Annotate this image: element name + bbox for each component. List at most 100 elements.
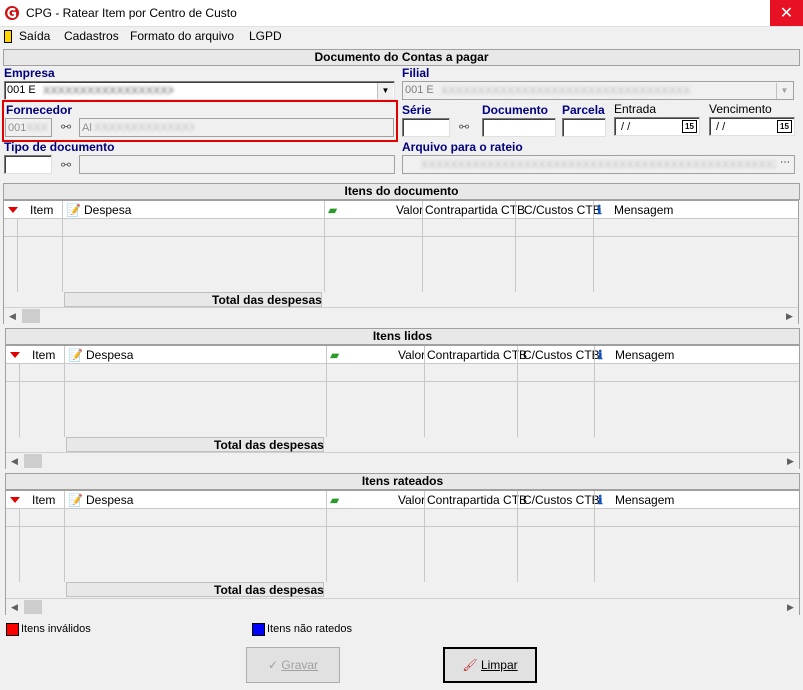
col-mensagem[interactable]: Mensagem: [615, 493, 674, 507]
col-valor[interactable]: Valor: [398, 493, 425, 507]
folder-open-icon[interactable]: ⋯: [777, 157, 793, 173]
filial-combobox: 001 E XXXXXXXXXXXXXXXXXXXXXXXXXXXXXXXXXX…: [402, 81, 794, 100]
scroll-left-icon[interactable]: ◀: [6, 453, 23, 469]
col-despesa[interactable]: Despesa: [86, 348, 133, 362]
col-ccustos[interactable]: C/Custos CTB: [524, 203, 601, 217]
empresa-label: Empresa: [4, 66, 55, 80]
col-item[interactable]: Item: [30, 203, 53, 217]
grid-itens-lidos[interactable]: Item 📝 Despesa ▰ Valor Contrapartida CTB…: [5, 345, 800, 469]
info-icon: ℹ: [597, 203, 602, 217]
document-pencil-icon: 📝: [66, 203, 81, 217]
serie-input[interactable]: [402, 118, 450, 137]
grid-header: Item 📝 Despesa ▰ Valor Contrapartida CTB…: [6, 346, 799, 364]
col-ccustos[interactable]: C/Custos CTB: [523, 348, 600, 362]
filial-value: 001 E: [405, 84, 434, 96]
serie-label: Série: [402, 103, 432, 117]
gravar-button[interactable]: ✓ Gravar: [246, 647, 340, 683]
empresa-value: 001 E: [7, 84, 36, 96]
entrada-label: Entrada: [614, 102, 657, 116]
entrada-date-value: / /: [621, 121, 631, 133]
col-ccustos[interactable]: C/Custos CTB: [523, 493, 600, 507]
scroll-right-icon[interactable]: ▶: [782, 453, 799, 469]
scroll-left-icon[interactable]: ◀: [4, 308, 21, 324]
documento-label: Documento: [482, 103, 548, 117]
tipo-documento-label: Tipo de documento: [4, 140, 115, 154]
arquivo-rateio-label: Arquivo para o rateio: [402, 140, 523, 154]
parcela-label: Parcela: [562, 103, 605, 117]
scroll-thumb[interactable]: [24, 600, 42, 614]
gravar-label: Gravar: [281, 658, 319, 672]
vencimento-date-value: / /: [716, 121, 726, 133]
document-pencil-icon: 📝: [68, 493, 83, 507]
money-icon: ▰: [330, 493, 340, 507]
limpar-button[interactable]: 🖌 Limpar: [443, 647, 537, 683]
binoculars-icon[interactable]: ⚯: [61, 158, 71, 172]
money-icon: ▰: [328, 203, 338, 217]
money-icon: ▰: [330, 348, 340, 362]
empresa-combobox[interactable]: 001 E XXXXXXXXXXXXXXXXXXX ▼: [4, 81, 395, 100]
col-valor[interactable]: Valor: [398, 348, 425, 362]
col-contrapartida[interactable]: Contrapartida CTB: [427, 493, 527, 507]
menu-cadastros[interactable]: Cadastros: [64, 29, 119, 43]
menu-saida[interactable]: Saída: [19, 29, 50, 43]
documento-input[interactable]: [482, 118, 556, 137]
checkmark-icon: ✓: [267, 658, 279, 672]
legend-not-rated-label: Itens não ratedos: [267, 623, 353, 635]
col-contrapartida[interactable]: Contrapartida CTB: [427, 348, 527, 362]
col-item[interactable]: Item: [32, 348, 55, 362]
chevron-down-icon[interactable]: ▼: [377, 83, 393, 99]
exit-door-icon: [4, 30, 12, 43]
info-icon: ℹ: [598, 348, 603, 362]
vencimento-date-input[interactable]: / / 15: [709, 117, 795, 136]
legend-blue-swatch: [252, 623, 265, 636]
scroll-right-icon[interactable]: ▶: [781, 308, 798, 324]
horizontal-scrollbar[interactable]: ◀ ▶: [6, 452, 799, 469]
filial-redacted-text: XXXXXXXXXXXXXXXXXXXXXXXXXXXXXXXXXXXX: [441, 85, 691, 97]
arquivo-rateio-field: XXXXXXXXXXXXXXXXXXXXXXXXXXXXXXXXXXXXXXXX…: [402, 155, 795, 174]
grid-header: Item 📝 Despesa ▰ Valor Contrapartida CTB…: [6, 491, 799, 509]
grid-itens-lidos-title: Itens lidos: [5, 328, 800, 345]
parcela-input[interactable]: [562, 118, 606, 137]
calendar-icon[interactable]: 15: [682, 120, 697, 133]
scroll-left-icon[interactable]: ◀: [6, 599, 23, 615]
sort-arrow-icon[interactable]: [8, 207, 18, 213]
title-bar: CPG - Ratear Item por Centro de Custo ✕: [0, 0, 803, 27]
sort-arrow-icon[interactable]: [10, 497, 20, 503]
total-despesas-label: Total das despesas: [214, 583, 324, 597]
horizontal-scrollbar[interactable]: ◀ ▶: [4, 307, 798, 324]
grid-itens-rateados-title: Itens rateados: [5, 473, 800, 490]
col-valor[interactable]: Valor: [396, 203, 423, 217]
scroll-thumb[interactable]: [24, 454, 42, 468]
legend-red-swatch: [6, 623, 19, 636]
info-icon: ℹ: [598, 493, 603, 507]
tipo-documento-desc-field: [79, 155, 395, 174]
grid-itens-rateados[interactable]: Item 📝 Despesa ▰ Valor Contrapartida CTB…: [5, 490, 800, 615]
menu-lgpd[interactable]: LGPD: [249, 29, 282, 43]
col-contrapartida[interactable]: Contrapartida CTB: [425, 203, 525, 217]
close-button[interactable]: ✕: [770, 0, 803, 26]
tipo-documento-input[interactable]: [4, 155, 52, 174]
sort-arrow-icon[interactable]: [10, 352, 20, 358]
binoculars-icon[interactable]: ⚯: [459, 120, 469, 134]
fornecedor-highlight-box: [2, 100, 398, 142]
horizontal-scrollbar[interactable]: ◀ ▶: [6, 598, 799, 615]
arquivo-rateio-redacted: XXXXXXXXXXXXXXXXXXXXXXXXXXXXXXXXXXXXXXXX…: [421, 159, 776, 171]
chevron-down-icon: ▼: [776, 83, 792, 99]
filial-label: Filial: [402, 66, 430, 80]
grid-itens-documento[interactable]: Item 📝 Despesa ▰ Valor Contrapartida CTB…: [3, 200, 799, 324]
col-mensagem[interactable]: Mensagem: [614, 203, 673, 217]
col-mensagem[interactable]: Mensagem: [615, 348, 674, 362]
col-despesa[interactable]: Despesa: [84, 203, 131, 217]
entrada-date-input[interactable]: / / 15: [614, 117, 700, 136]
col-item[interactable]: Item: [32, 493, 55, 507]
total-despesas-label: Total das despesas: [214, 438, 324, 452]
grid-header: Item 📝 Despesa ▰ Valor Contrapartida CTB…: [4, 201, 798, 219]
window-title: CPG - Ratear Item por Centro de Custo: [26, 6, 237, 20]
col-despesa[interactable]: Despesa: [86, 493, 133, 507]
limpar-label: Limpar: [480, 658, 518, 672]
broom-icon: 🖌: [462, 658, 478, 672]
menu-formato-arquivo[interactable]: Formato do arquivo: [130, 29, 234, 43]
scroll-right-icon[interactable]: ▶: [782, 599, 799, 615]
calendar-icon[interactable]: 15: [777, 120, 792, 133]
scroll-thumb[interactable]: [22, 309, 40, 323]
